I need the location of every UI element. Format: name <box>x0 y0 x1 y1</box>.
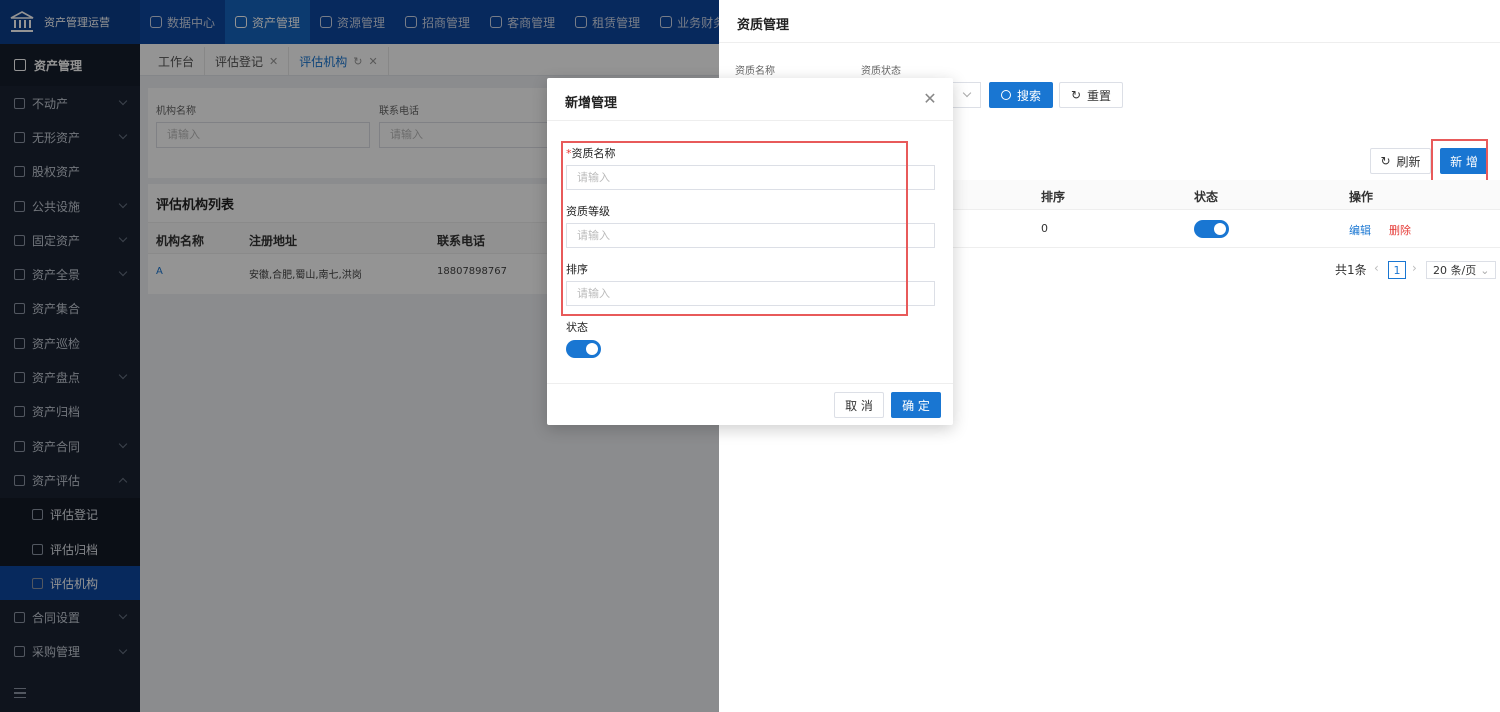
column-header: 状态 <box>1194 190 1219 204</box>
next-page-icon[interactable]: › <box>1412 261 1417 275</box>
highlight-box <box>1431 139 1488 183</box>
status-switch[interactable] <box>1194 220 1229 238</box>
search-button[interactable]: 搜索 <box>989 82 1053 108</box>
qual-status-label: 资质状态 <box>861 66 901 77</box>
highlight-box <box>561 141 908 316</box>
dialog-title: 新增管理 <box>565 96 618 111</box>
prev-page-icon[interactable]: ‹ <box>1374 261 1379 275</box>
pager-total: 共1条 <box>1335 263 1367 277</box>
qual-name-label: 资质名称 <box>735 66 775 77</box>
column-header: 操作 <box>1349 190 1374 204</box>
drawer-title: 资质管理 <box>737 18 790 33</box>
close-icon[interactable]: ✕ <box>923 91 937 107</box>
column-header: 排序 <box>1041 190 1066 204</box>
refresh-button[interactable]: ↻ 刷新 <box>1370 148 1431 174</box>
status-field-label: 状态 <box>566 321 588 334</box>
refresh-icon: ↻ <box>1380 154 1391 168</box>
add-dialog: 新增管理 ✕ *资质名称 资质等级 排序 状态 取 消 确 定 <box>547 78 953 425</box>
edit-link[interactable]: 编辑 <box>1349 222 1371 238</box>
divider <box>547 383 953 384</box>
chevron-down-icon: ⌄ <box>1480 263 1490 277</box>
divider <box>547 120 953 121</box>
search-icon <box>1000 90 1011 100</box>
divider <box>719 42 1500 43</box>
page-number[interactable]: 1 <box>1388 261 1406 279</box>
reset-button[interactable]: ↻ 重置 <box>1059 82 1123 108</box>
page-size-select[interactable]: 20 条/页 ⌄ <box>1426 261 1496 279</box>
reset-icon: ↻ <box>1070 88 1082 102</box>
cancel-button[interactable]: 取 消 <box>834 392 884 418</box>
chevron-down-icon <box>962 88 972 98</box>
confirm-button[interactable]: 确 定 <box>891 392 941 418</box>
status-switch[interactable] <box>566 340 601 358</box>
delete-link[interactable]: 删除 <box>1389 222 1411 238</box>
sort-value: 0 <box>1041 222 1048 235</box>
